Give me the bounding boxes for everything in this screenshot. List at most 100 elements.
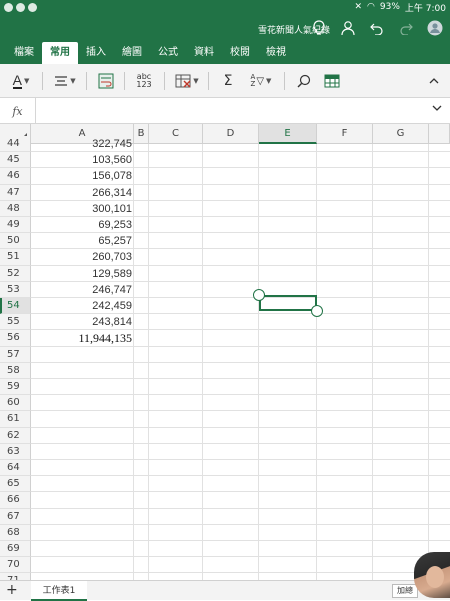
column-header-g[interactable]: G (373, 124, 429, 144)
floating-avatar[interactable] (414, 552, 450, 598)
row-header[interactable]: 63 (0, 443, 31, 460)
row-header[interactable]: 65 (0, 476, 31, 493)
cell-a[interactable]: 65,257 (36, 233, 132, 249)
row-header[interactable]: 70 (0, 557, 31, 574)
find-button[interactable] (294, 71, 314, 91)
grid-line (31, 459, 450, 460)
cell-a[interactable]: 300,101 (36, 201, 132, 217)
number-format-label: 123 (136, 80, 152, 89)
table-icon (324, 74, 340, 88)
number-format-button[interactable]: abc 123 (132, 71, 156, 91)
grid-line (31, 572, 450, 574)
cell-a[interactable]: 266,314 (36, 185, 132, 201)
share-person-icon[interactable] (339, 19, 357, 37)
chevron-down-icon: ▼ (193, 77, 199, 85)
row-header[interactable]: 44 (0, 136, 31, 153)
redo-icon[interactable] (397, 19, 415, 37)
column-header-h[interactable] (429, 124, 450, 144)
collapse-ribbon-button[interactable] (424, 71, 444, 91)
row-header[interactable]: 68 (0, 524, 31, 541)
formula-bar[interactable]: fx (0, 98, 450, 124)
cell-a[interactable]: 129,589 (36, 266, 132, 282)
row-header[interactable]: 62 (0, 427, 31, 444)
row-header[interactable]: 71 (0, 573, 31, 580)
row-header[interactable]: 45 (0, 152, 31, 169)
tab-view[interactable]: 檢視 (258, 42, 294, 64)
lightbulb-icon[interactable] (310, 19, 328, 37)
notification-icons (4, 2, 37, 12)
cell-a[interactable]: 69,253 (36, 217, 132, 233)
row-header[interactable]: 57 (0, 346, 31, 363)
tab-draw[interactable]: 繪圖 (114, 42, 150, 64)
row-header[interactable]: 48 (0, 200, 31, 217)
row-header[interactable]: 58 (0, 362, 31, 379)
grid-line (31, 361, 450, 363)
cell-a[interactable]: 243,814 (36, 314, 132, 330)
cell-a[interactable]: 260,703 (36, 249, 132, 265)
tab-home[interactable]: 常用 (42, 42, 78, 64)
selection-handle-bottom-right[interactable] (311, 305, 323, 317)
row-header[interactable]: 59 (0, 379, 31, 396)
battery-level: 93% (379, 2, 400, 12)
clock: 上午 7:00 (404, 3, 446, 14)
row-header[interactable]: 49 (0, 217, 31, 234)
row-header[interactable]: 56 (0, 330, 31, 347)
selection-handle-top-left[interactable] (253, 289, 265, 301)
avatar-face (426, 566, 444, 588)
row-header[interactable]: 69 (0, 541, 31, 558)
column-header-b[interactable]: B (134, 124, 149, 144)
grid-line (31, 442, 450, 444)
row-header[interactable]: 54 (0, 298, 31, 315)
grid-line (31, 410, 450, 412)
cell-a[interactable]: 156,078 (36, 168, 132, 184)
cell-a[interactable]: 103,560 (36, 152, 132, 168)
ribbon-divider (164, 72, 165, 90)
row-header[interactable]: 55 (0, 314, 31, 331)
tab-formulas[interactable]: 公式 (150, 42, 186, 64)
autosum-button[interactable]: Σ (218, 71, 238, 91)
conditional-format-button[interactable]: ▼ (174, 71, 200, 91)
row-header[interactable]: 53 (0, 281, 31, 298)
sum-status[interactable]: 加總 (392, 584, 418, 598)
row-header[interactable]: 51 (0, 249, 31, 266)
column-header-f[interactable]: F (317, 124, 373, 144)
column-header-d[interactable]: D (203, 124, 259, 144)
column-header-e[interactable]: E (259, 124, 317, 144)
align-button[interactable]: ▼ (52, 71, 78, 91)
row-header[interactable]: 47 (0, 184, 31, 201)
wrap-text-button[interactable] (96, 71, 116, 91)
row-header[interactable]: 46 (0, 168, 31, 185)
expand-formula-button[interactable] (432, 104, 442, 114)
sort-filter-button[interactable]: AZ ▽ ▼ (248, 71, 274, 91)
spreadsheet-grid[interactable]: A B C D E F G 44 322,745 45 103,560 46 156,07… (0, 124, 450, 580)
cell-a[interactable]: 242,459 (36, 298, 132, 314)
tab-review[interactable]: 校閱 (222, 42, 258, 64)
row-header[interactable]: 50 (0, 233, 31, 250)
search-icon (297, 74, 311, 88)
tab-file[interactable]: 檔案 (6, 42, 42, 64)
document-title: 雪花新聞人氣紀錄 (257, 26, 330, 36)
account-icon[interactable] (426, 19, 444, 37)
undo-icon[interactable] (368, 19, 386, 37)
sheet-tab[interactable]: 工作表1 (31, 581, 87, 601)
selected-cell-e54[interactable] (259, 295, 317, 311)
cell-a[interactable]: 246,747 (36, 282, 132, 298)
row-header[interactable]: 67 (0, 508, 31, 525)
total-cell[interactable]: 11,944,135 (36, 330, 132, 346)
tab-data[interactable]: 資料 (186, 42, 222, 64)
grid-line (31, 378, 450, 379)
column-header-c[interactable]: C (149, 124, 203, 144)
grid-line (31, 426, 450, 428)
font-color-button[interactable]: A ▼ (8, 71, 34, 91)
row-header[interactable]: 61 (0, 411, 31, 428)
tab-insert[interactable]: 插入 (78, 42, 114, 64)
wifi-icon: ◠ (367, 2, 375, 12)
table-button[interactable] (322, 71, 342, 91)
row-header[interactable]: 64 (0, 460, 31, 477)
row-header[interactable]: 60 (0, 395, 31, 412)
add-sheet-button[interactable]: + (6, 582, 18, 598)
row-header[interactable]: 52 (0, 265, 31, 282)
row-header[interactable]: 66 (0, 492, 31, 509)
cell-a[interactable]: 322,745 (36, 136, 132, 152)
ribbon-tabs: 檔案 常用 插入 繪圖 公式 資料 校閱 檢視 (0, 42, 450, 64)
